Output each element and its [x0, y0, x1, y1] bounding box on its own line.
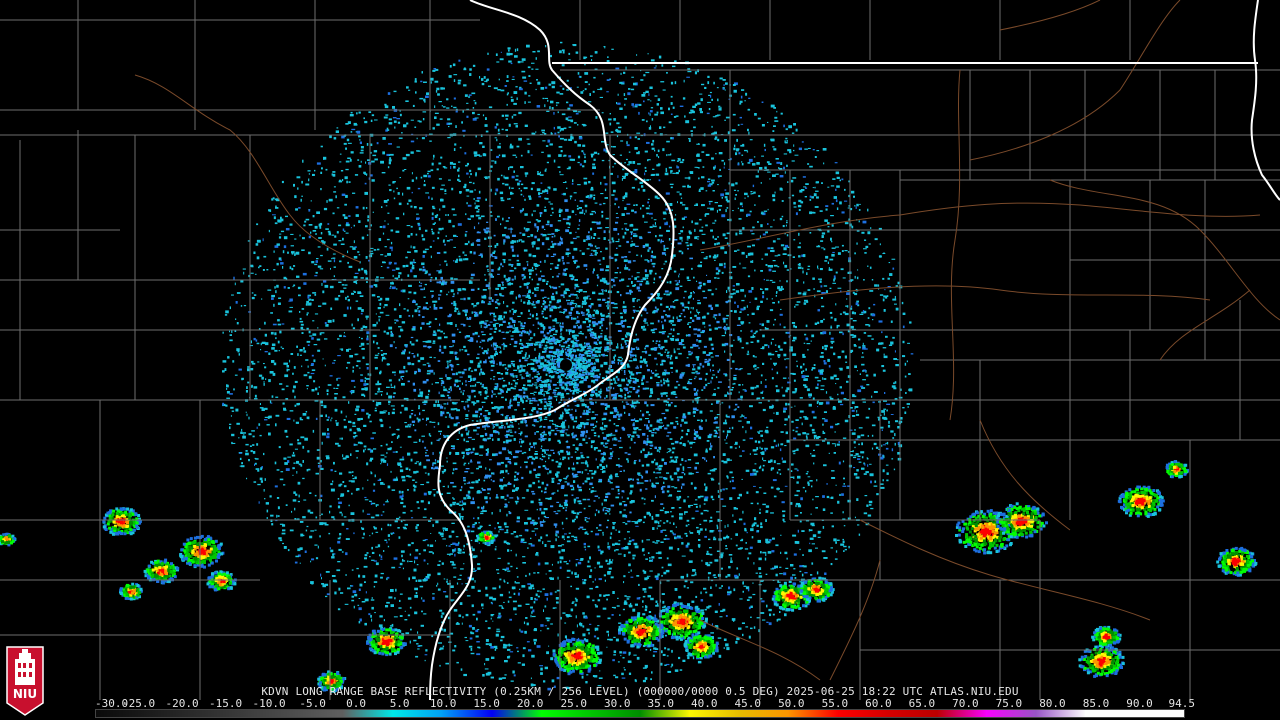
colorbar-segment	[788, 710, 839, 717]
colorbar-segment	[689, 710, 740, 717]
colorbar-segment	[343, 710, 394, 717]
radar-site-marker	[560, 359, 572, 371]
colorbar-segment	[293, 710, 344, 717]
colorbar-segment	[491, 710, 542, 717]
colorbar-segment	[936, 710, 987, 717]
colorbar-segment	[887, 710, 938, 717]
colorbar-segment	[1035, 710, 1086, 717]
colorbar-segment	[442, 710, 493, 717]
colorbar-segment	[1085, 710, 1136, 717]
colorbar-segment	[96, 710, 146, 717]
logo-text: NIU	[13, 687, 37, 701]
colorbar-segment	[541, 710, 592, 717]
colorbar-segment	[590, 710, 641, 717]
colorbar-tick-labels: -30.0 -25.0 -20.0 -15.0 -10.0 -5.0 0.0 5.0 10.0 1…	[95, 697, 1195, 710]
colorbar-segment	[986, 710, 1037, 717]
colorbar-segment	[194, 710, 245, 717]
colorbar-segment	[738, 710, 789, 717]
niu-logo: NIU	[6, 646, 44, 716]
colorbar-segment	[244, 710, 295, 717]
colorbar-segment	[392, 710, 443, 717]
reflectivity-colorbar	[95, 709, 1185, 718]
radar-map	[0, 0, 1280, 720]
colorbar-segment	[837, 710, 888, 717]
colorbar-segment	[145, 710, 196, 717]
colorbar-segment	[1134, 710, 1185, 717]
colorbar-segment	[640, 710, 690, 717]
